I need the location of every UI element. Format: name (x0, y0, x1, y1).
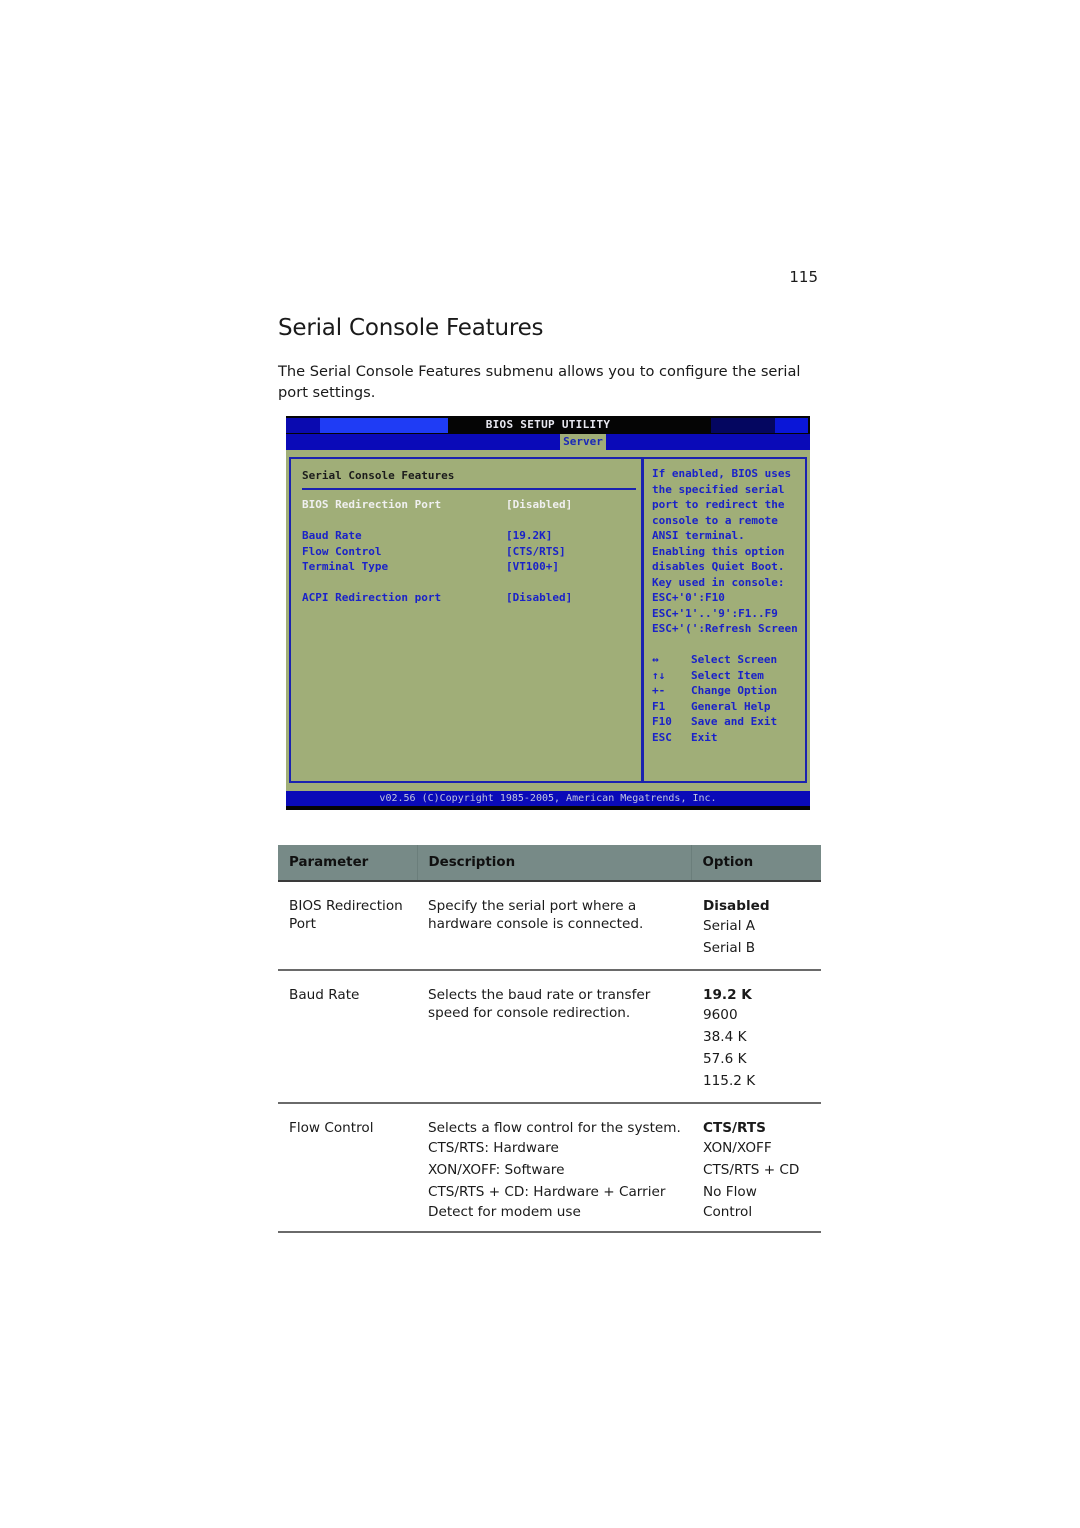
default-option: 19.2 K (703, 987, 752, 1003)
param-text: BIOS Redirection (289, 898, 403, 914)
description-text: CTS/RTS + CD: Hardware + Carrier (428, 1184, 666, 1200)
setting-value[interactable]: [Disabled] (506, 590, 572, 606)
header-option: Option (691, 845, 821, 882)
table-row: Flow Control Selects a flow control for … (278, 1103, 821, 1233)
key-action: Exit (691, 730, 718, 744)
setting-bios-redirection-port[interactable]: BIOS Redirection Port (302, 497, 441, 513)
up-down-arrow-icon: ↑↓ (652, 668, 666, 682)
divider (302, 488, 636, 490)
submenu-title: Serial Console Features (302, 469, 455, 482)
help-text-line: ESC+'(':Refresh Screen (652, 622, 798, 635)
bios-footer: v02.56 (C)Copyright 1985-2005, American … (286, 791, 810, 806)
bios-help-panel: If enabled, BIOS uses the specified seri… (642, 457, 807, 783)
help-text-line: disables Quiet Boot. (652, 560, 785, 573)
header-description: Description (416, 845, 692, 882)
intro-paragraph: The Serial Console Features submenu allo… (278, 363, 801, 401)
tab-server[interactable]: Server (560, 434, 606, 450)
description-cell: Selects the baud rate or transfer speed … (417, 970, 691, 1104)
description-text: hardware console is connected. (428, 916, 644, 932)
description-text: Selects a flow control for the system. (428, 1120, 681, 1136)
option: 115.2 K (703, 1073, 756, 1089)
default-option: CTS/RTS (703, 1120, 766, 1136)
key-label: F10 (652, 715, 672, 728)
setting-value[interactable]: [VT100+] (506, 559, 559, 575)
key-action: General Help (691, 699, 771, 713)
param-cell: BIOS Redirection Port (278, 881, 417, 971)
option: XON/XOFF (703, 1140, 772, 1156)
help-text-line: If enabled, BIOS uses (652, 467, 792, 480)
option-cell: CTS/RTS XON/XOFF CTS/RTS + CD No Flow Co… (691, 1103, 821, 1233)
option: 9600 (703, 1007, 738, 1023)
key-action: Select Item (691, 668, 764, 682)
description-text: CTS/RTS: Hardware (428, 1140, 559, 1156)
key-action: Select Screen (691, 653, 778, 666)
table-row: BIOS Redirection Port Specify the serial… (278, 881, 821, 971)
setting-acpi-redirection-port[interactable]: ACPI Redirection port (302, 590, 441, 606)
key-label: F1 (652, 699, 666, 713)
help-text-line: ANSI terminal. (652, 529, 745, 542)
help-text-line: ESC+'0':F10 (652, 591, 725, 604)
parameter-table: Parameter Description Option BIOS Redire… (278, 845, 821, 1233)
help-text-line: the specified serial (652, 482, 785, 496)
option: CTS/RTS + CD (703, 1162, 800, 1178)
header-parameter: Parameter (278, 845, 417, 882)
setting-value[interactable]: [19.2K] (506, 528, 552, 544)
param-cell: Baud Rate (278, 970, 417, 1104)
description-cell: Specify the serial port where a hardware… (417, 881, 691, 971)
param-text: Flow Control (289, 1120, 374, 1136)
setting-value[interactable]: [Disabled] (506, 497, 572, 513)
default-option: Disabled (703, 898, 770, 914)
option: Control (703, 1204, 753, 1220)
option: 38.4 K (703, 1029, 747, 1045)
bios-title: BIOS SETUP UTILITY (485, 418, 611, 431)
param-text: Baud Rate (289, 987, 360, 1003)
help-text-line: console to a remote (652, 513, 778, 527)
key-action: Change Option (691, 684, 778, 697)
bios-footer-shadow (286, 806, 810, 810)
plus-minus-icon: +- (652, 684, 666, 697)
description-cell: Selects a flow control for the system. C… (417, 1103, 691, 1233)
bios-title-bar: BIOS SETUP UTILITY (286, 416, 810, 434)
help-text-line: ESC+'1'..'9':F1..F9 (652, 606, 778, 620)
bios-settings-panel: Serial Console Features BIOS Redirection… (289, 457, 643, 783)
option: 57.6 K (703, 1051, 747, 1067)
help-text-line: port to redirect the (652, 498, 785, 511)
option: No Flow (703, 1184, 757, 1200)
description-text: XON/XOFF: Software (428, 1162, 565, 1178)
option-cell: Disabled Serial A Serial B (691, 881, 821, 971)
option-cell: 19.2 K 9600 38.4 K 57.6 K 115.2 K (691, 970, 821, 1104)
description-text: Selects the baud rate or transfer (428, 987, 651, 1003)
setting-flow-control[interactable]: Flow Control (302, 544, 381, 560)
help-text-line: Key used in console: (652, 575, 785, 589)
description-text: Detect for modem use (428, 1204, 581, 1220)
param-text: Port (289, 916, 316, 932)
key-label: ESC (652, 730, 672, 744)
param-cell: Flow Control (278, 1103, 417, 1233)
table-row: Baud Rate Selects the baud rate or trans… (278, 970, 821, 1104)
page-number: 115 (789, 268, 818, 286)
description-text: speed for console redirection. (428, 1005, 631, 1021)
help-text-line: Enabling this option (652, 544, 785, 558)
setting-value[interactable]: [CTS/RTS] (506, 544, 566, 560)
key-action: Save and Exit (691, 715, 778, 728)
description-text: Specify the serial port where a (428, 898, 637, 914)
left-right-arrow-icon: ↔ (652, 653, 659, 666)
setting-baud-rate[interactable]: Baud Rate (302, 528, 362, 544)
bios-screenshot: BIOS SETUP UTILITY Server Serial Console… (286, 416, 810, 810)
section-title: Serial Console Features (278, 315, 544, 341)
setting-terminal-type[interactable]: Terminal Type (302, 559, 388, 575)
option: Serial B (703, 940, 756, 956)
table-header-row: Parameter Description Option (278, 845, 821, 882)
bios-tab-bar: Server (286, 434, 810, 450)
option: Serial A (703, 918, 756, 934)
